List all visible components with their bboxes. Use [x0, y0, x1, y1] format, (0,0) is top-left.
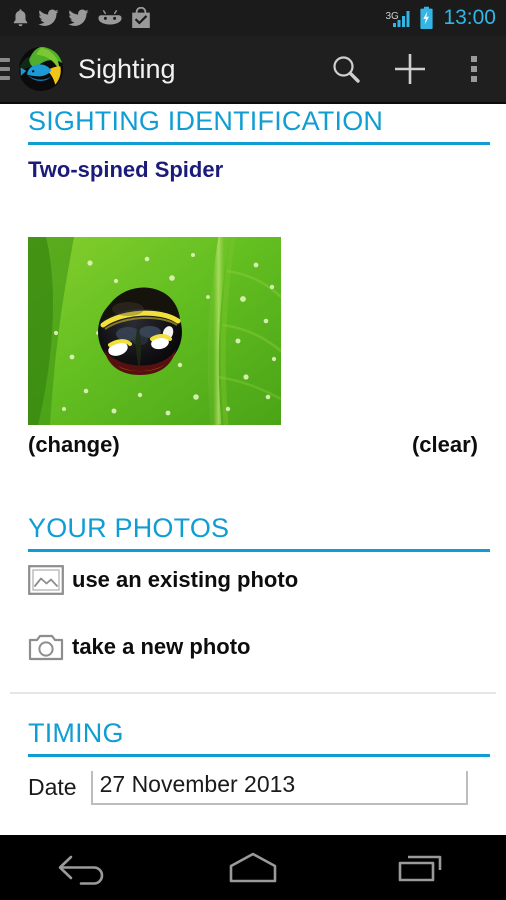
- section-sighting-identification: SIGHTING IDENTIFICATION Two-spined Spide…: [0, 106, 506, 183]
- plus-icon: [395, 54, 425, 84]
- change-photo-button[interactable]: (change): [28, 432, 120, 458]
- clear-photo-button[interactable]: (clear): [412, 432, 478, 458]
- search-icon: [333, 56, 360, 83]
- date-label: Date: [28, 774, 77, 800]
- add-button[interactable]: [378, 35, 442, 103]
- back-button[interactable]: [0, 835, 169, 900]
- search-button[interactable]: [314, 35, 378, 103]
- recents-icon: [398, 855, 441, 881]
- gallery-icon: [28, 565, 64, 595]
- hamburger-menu-icon[interactable]: [0, 58, 10, 80]
- status-bar-clock: 13:00: [443, 6, 496, 29]
- take-new-photo-label: take a new photo: [72, 634, 251, 659]
- system-navigation-bar: [0, 835, 506, 900]
- section-header-identification: SIGHTING IDENTIFICATION: [28, 106, 384, 136]
- sighting-photo[interactable]: [28, 237, 281, 425]
- sighting-form: SIGHTING IDENTIFICATION Two-spined Spide…: [0, 106, 506, 835]
- status-bar-system-icons: 3G 13:00: [385, 6, 496, 30]
- back-icon: [59, 855, 104, 885]
- page-title: Sighting: [78, 53, 176, 84]
- overflow-menu-button[interactable]: [442, 35, 506, 103]
- date-input[interactable]: 27 November 2013: [90, 771, 468, 805]
- spider-on-leaf-photo: [28, 237, 281, 425]
- bell-icon: [13, 9, 28, 27]
- overflow-menu-icon: [471, 56, 477, 82]
- species-name: Two-spined Spider: [28, 157, 224, 182]
- action-bar: Sighting: [0, 36, 506, 104]
- take-new-photo-row[interactable]: take a new photo: [0, 625, 506, 669]
- play-store-icon: [132, 7, 150, 28]
- status-bar-notification-icons: [12, 7, 385, 29]
- app-logo-icon: [18, 46, 64, 92]
- use-existing-photo-row[interactable]: use an existing photo: [0, 558, 506, 602]
- section-divider: [10, 692, 496, 694]
- recents-button[interactable]: [337, 835, 506, 900]
- android-icon: [98, 10, 122, 25]
- date-row: Date 27 November 2013: [0, 771, 506, 805]
- twitter-icon: [68, 9, 89, 26]
- home-button[interactable]: [169, 835, 338, 900]
- signal-bars-icon: 3G: [385, 6, 415, 30]
- camera-icon: [28, 634, 64, 661]
- section-your-photos: YOUR PHOTOS use an existing photo take a…: [0, 513, 506, 669]
- section-timing: TIMING Date 27 November 2013: [0, 718, 506, 805]
- battery-charging-icon: [420, 6, 434, 30]
- section-header-your-photos: YOUR PHOTOS: [28, 513, 230, 543]
- twitter-icon: [38, 9, 59, 26]
- section-rule: [28, 142, 490, 145]
- photo-action-row: (change) (clear): [0, 432, 506, 466]
- section-rule: [28, 549, 490, 552]
- home-icon: [229, 852, 277, 882]
- use-existing-photo-label: use an existing photo: [72, 567, 299, 592]
- section-rule: [28, 754, 490, 757]
- section-header-timing: TIMING: [28, 718, 124, 748]
- date-value: 27 November 2013: [99, 771, 296, 797]
- status-bar: 3G 13:00: [0, 0, 506, 36]
